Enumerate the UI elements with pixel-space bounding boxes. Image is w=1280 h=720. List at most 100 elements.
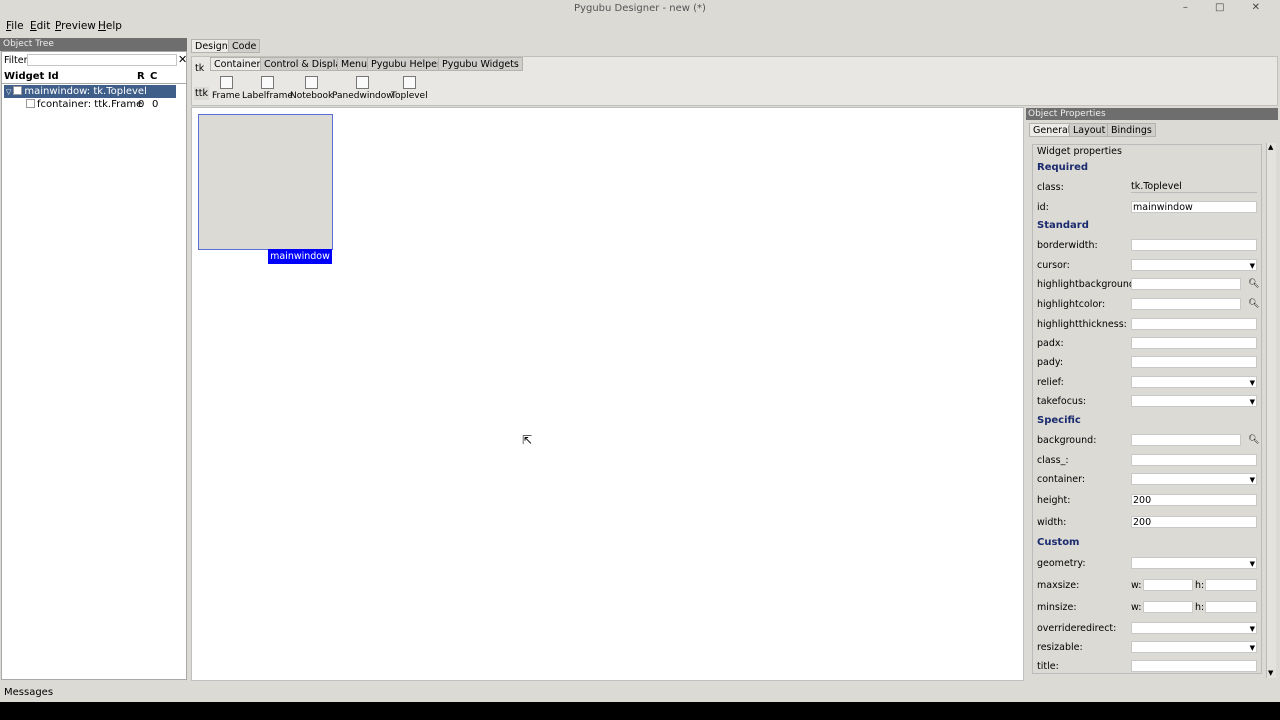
prop-borderwidth-label: borderwidth:: [1037, 240, 1098, 251]
chevron-down-icon[interactable]: ▼: [1250, 397, 1255, 408]
object-properties-header: Object Properties: [1026, 108, 1278, 120]
palette-item-notebook[interactable]: Notebook: [290, 76, 333, 101]
palette-item-label: Toplevel: [391, 91, 428, 101]
filter-clear-button[interactable]: ✕: [178, 53, 187, 66]
prop-takefocus-label: takefocus:: [1037, 396, 1087, 407]
chevron-down-icon[interactable]: ▼: [1250, 624, 1255, 635]
prop-highlightcolor-label: highlightcolor:: [1037, 299, 1106, 310]
section-standard: Standard: [1037, 220, 1089, 231]
design-canvas[interactable]: mainwindow: [191, 107, 1024, 681]
chevron-down-icon[interactable]: ▼: [1250, 475, 1255, 486]
properties-list: Required class: tk.Toplevel id: mainwind…: [1032, 144, 1262, 674]
scroll-up-icon[interactable]: ▲: [1268, 143, 1273, 151]
checkbox-icon[interactable]: [13, 86, 23, 95]
prop-takefocus-select[interactable]: ▼: [1131, 395, 1257, 407]
palette-group-pygubu-widgets[interactable]: Pygubu Widgets: [438, 57, 523, 71]
chevron-down-icon[interactable]: ▽: [4, 88, 13, 96]
palette-item-panedwindow[interactable]: Panedwindow: [332, 76, 394, 101]
minsize-w-input[interactable]: [1143, 601, 1193, 613]
prop-title-input[interactable]: [1131, 660, 1257, 672]
prop-overrideredirect-select[interactable]: ▼: [1131, 622, 1257, 634]
prop-highlightcolor-input[interactable]: [1131, 298, 1241, 310]
window-title: Pygubu Designer - new (*): [574, 3, 706, 14]
prop-borderwidth-input[interactable]: [1131, 239, 1257, 251]
palette-item-label: Frame: [212, 91, 241, 101]
prop-geometry-select[interactable]: ▼: [1131, 557, 1257, 569]
prop-padx-input[interactable]: [1131, 337, 1257, 349]
properties-scrollbar[interactable]: ▲ ▼: [1266, 143, 1276, 678]
status-messages[interactable]: Messages: [4, 687, 53, 698]
chevron-down-icon[interactable]: ▼: [1250, 643, 1255, 654]
prop-width-input[interactable]: 200: [1131, 516, 1257, 528]
menu-edit[interactable]: Edit: [30, 20, 50, 32]
window-controls[interactable]: – □ ✕: [1183, 2, 1272, 13]
minsize-h-input[interactable]: [1205, 601, 1257, 613]
prop-id-label: id:: [1037, 202, 1049, 213]
palette-side-ttk[interactable]: ttk: [194, 87, 209, 100]
prop-resizable-label: resizable:: [1037, 642, 1083, 653]
tree-row-fcontainer[interactable]: fcontainer: ttk.Frame 0 0: [26, 98, 176, 111]
widget-palette: tk ttk Containers Control & Display Menu…: [191, 56, 1278, 106]
prop-id-input[interactable]: mainwindow: [1131, 201, 1257, 213]
toplevel-icon: [402, 76, 416, 89]
palette-group-menu[interactable]: Menu: [337, 57, 372, 71]
tree-row-label: fcontainer: ttk.Frame: [37, 99, 143, 110]
chevron-down-icon[interactable]: ▼: [1250, 559, 1255, 570]
frame-icon: [219, 76, 233, 89]
prop-height-input[interactable]: 200: [1131, 494, 1257, 506]
search-icon[interactable]: 🔍︎: [1248, 279, 1259, 289]
prop-relief-label: relief:: [1037, 377, 1064, 388]
scroll-down-icon[interactable]: ▼: [1268, 669, 1273, 677]
prop-container-select[interactable]: ▼: [1131, 473, 1257, 485]
prop-resizable-select[interactable]: ▼: [1131, 641, 1257, 653]
checkbox-icon[interactable]: [26, 99, 35, 108]
window-titlebar: Pygubu Designer - new (*): [0, 0, 1280, 18]
menu-file[interactable]: File: [6, 20, 24, 32]
maxsize-h-input[interactable]: [1205, 579, 1257, 591]
prop-background-input[interactable]: [1131, 434, 1241, 446]
minsize-h-label: h:: [1195, 602, 1205, 613]
prop-maxsize-label: maxsize:: [1037, 580, 1080, 591]
minsize-w-label: w:: [1131, 602, 1142, 613]
palette-item-label: Panedwindow: [332, 91, 394, 101]
palette-side-tk[interactable]: tk: [195, 63, 204, 74]
widget-preview[interactable]: [198, 114, 333, 250]
mouse-cursor-icon: ⇱: [522, 433, 533, 447]
tab-general[interactable]: General: [1029, 123, 1075, 137]
prop-highlightbackground-input[interactable]: [1131, 278, 1241, 290]
tab-code[interactable]: Code: [228, 39, 261, 53]
tree-row-r: 0: [138, 99, 145, 110]
section-custom: Custom: [1037, 537, 1080, 548]
labelframe-icon: [260, 76, 274, 89]
maxsize-w-label: w:: [1131, 580, 1142, 591]
prop-padx-label: padx:: [1037, 338, 1064, 349]
palette-item-frame[interactable]: Frame: [212, 76, 240, 101]
tab-layout[interactable]: Layout: [1069, 123, 1110, 137]
notebook-icon: [305, 76, 319, 89]
prop-title-label: title:: [1037, 661, 1059, 672]
col-c[interactable]: C: [150, 71, 157, 82]
menu-help[interactable]: Help: [98, 20, 122, 32]
maxsize-w-input[interactable]: [1143, 579, 1193, 591]
prop-highlightthickness-label: highlightthickness:: [1037, 319, 1127, 330]
palette-item-labelframe[interactable]: Labelframe: [242, 76, 293, 101]
search-icon[interactable]: 🔍︎: [1248, 299, 1259, 309]
chevron-down-icon[interactable]: ▼: [1250, 261, 1255, 272]
menu-preview[interactable]: Preview: [55, 20, 96, 32]
col-r[interactable]: R: [137, 71, 145, 82]
prop-pady-input[interactable]: [1131, 356, 1257, 368]
preview-label[interactable]: mainwindow: [268, 249, 332, 264]
prop-cursor-select[interactable]: ▼: [1131, 259, 1257, 271]
palette-item-toplevel[interactable]: Toplevel: [391, 76, 428, 101]
filter-input[interactable]: [27, 54, 177, 66]
prop-highlightthickness-input[interactable]: [1131, 318, 1257, 330]
tab-bindings[interactable]: Bindings: [1107, 123, 1156, 137]
tab-design[interactable]: Design: [191, 39, 232, 53]
col-widget-id[interactable]: Widget Id: [4, 71, 59, 82]
tree-row-mainwindow[interactable]: ▽ mainwindow: tk.Toplevel: [4, 85, 176, 98]
prop-relief-select[interactable]: ▼: [1131, 376, 1257, 388]
chevron-down-icon[interactable]: ▼: [1250, 378, 1255, 389]
prop-class-underscore-input[interactable]: [1131, 454, 1257, 466]
search-icon[interactable]: 🔍︎: [1248, 435, 1259, 445]
object-properties-panel: General Layout Bindings Widget propertie…: [1026, 121, 1278, 681]
